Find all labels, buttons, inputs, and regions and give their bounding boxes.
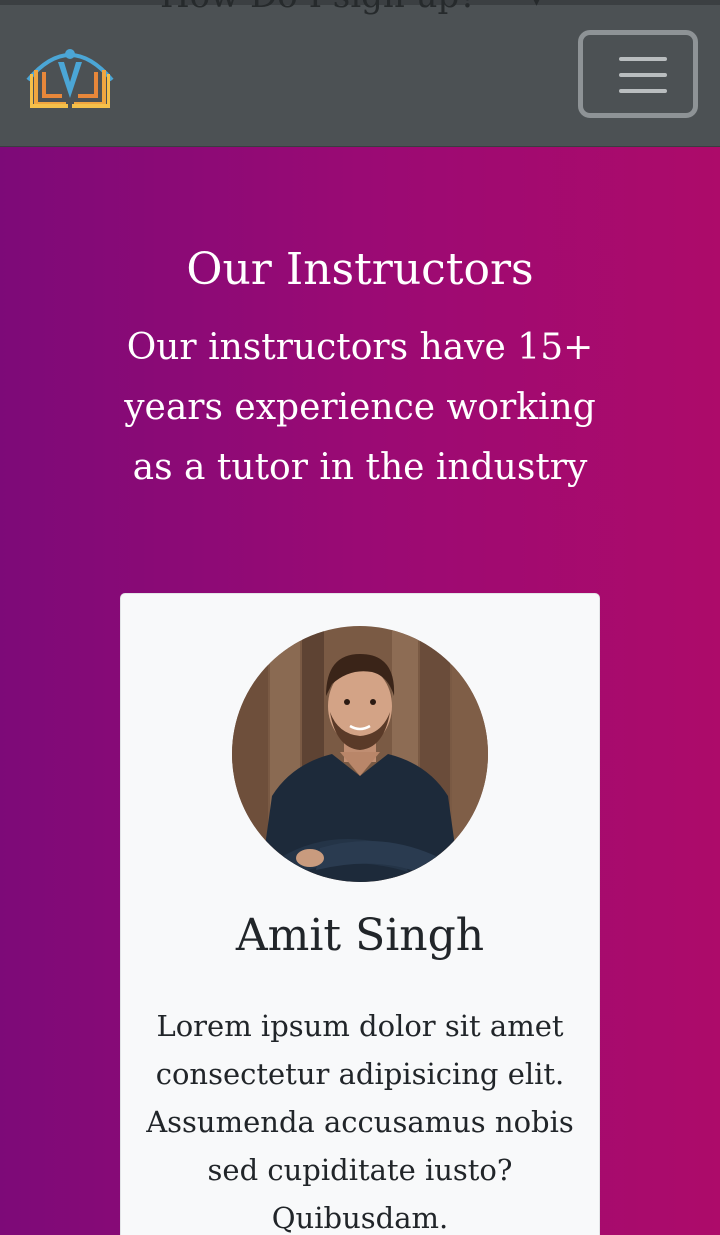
page: How Do I sign up? ▾ — [0, 0, 720, 1235]
open-book-person-icon — [26, 49, 114, 108]
hamburger-icon-bar-middle — [619, 73, 667, 77]
navbar: How Do I sign up? ▾ — [0, 0, 720, 147]
instructor-bio: Lorem ipsum dolor sit amet consectetur a… — [146, 1009, 574, 1235]
instructor-avatar-illustration — [232, 626, 488, 882]
hamburger-icon-bar-top — [619, 57, 667, 61]
section-subtitle: Our instructors have 15+ years experienc… — [124, 327, 596, 488]
hamburger-icon-bar-bottom — [619, 89, 667, 93]
chevron-down-icon: ▾ — [532, 0, 542, 11]
instructor-photo — [232, 626, 488, 882]
section-title: Our Instructors — [186, 244, 534, 295]
instructor-card: Amit Singh Lorem ipsum dolor sit amet co… — [120, 593, 600, 1235]
scrolled-menu-link-text[interactable]: How Do I sign up? — [160, 0, 478, 16]
navbar-toggler-button[interactable] — [578, 30, 698, 118]
instructor-name: Amit Singh — [235, 910, 485, 961]
brand-logo[interactable] — [22, 36, 118, 114]
